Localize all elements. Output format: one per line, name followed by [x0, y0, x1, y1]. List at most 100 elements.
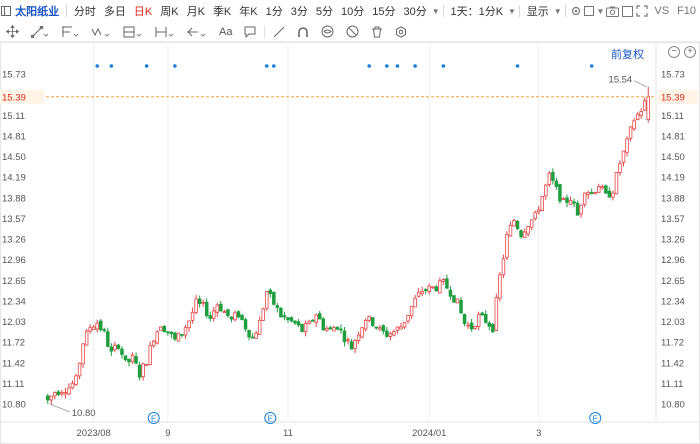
- crosshair-icon[interactable]: [0, 22, 25, 42]
- candle-body: [81, 343, 85, 365]
- chevron-down-icon[interactable]: ▼: [554, 7, 562, 16]
- event-dot: [264, 64, 269, 68]
- comment-tool-icon[interactable]: [238, 22, 262, 42]
- camera-icon[interactable]: [604, 6, 620, 17]
- candle-body: [600, 186, 605, 189]
- event-dot: [109, 64, 114, 68]
- period-tab[interactable]: 1分: [262, 3, 287, 19]
- candle-body: [84, 330, 89, 346]
- candle-body: [286, 317, 290, 321]
- candle-body: [67, 387, 71, 395]
- candle-body: [120, 348, 124, 355]
- period-tab[interactable]: 3分: [287, 3, 312, 19]
- fullscreen-icon[interactable]: [635, 5, 651, 17]
- period-tab[interactable]: 分时: [70, 3, 100, 19]
- candle-body: [395, 326, 400, 331]
- event-dot: [367, 64, 371, 68]
- line-tool-icon[interactable]: [25, 22, 55, 42]
- candle-body: [314, 314, 318, 323]
- period-tab[interactable]: 15分: [368, 3, 399, 19]
- period-tab[interactable]: 年K: [235, 3, 261, 19]
- trash-icon[interactable]: [365, 22, 389, 42]
- period-tab[interactable]: 周K: [156, 3, 182, 19]
- candle-body: [547, 172, 552, 185]
- min-price-label: 10.80: [72, 408, 96, 419]
- candle-body: [46, 395, 50, 401]
- period-tab[interactable]: 10分: [337, 3, 368, 19]
- checkbox-icon[interactable]: [583, 6, 596, 16]
- candle-body: [204, 301, 209, 317]
- candle-body: [282, 315, 287, 318]
- pen-tool-icon[interactable]: [267, 22, 291, 42]
- candle-body: [222, 311, 227, 314]
- candle-body: [533, 212, 537, 219]
- candle-body: [257, 319, 262, 335]
- candle-body: [219, 303, 223, 312]
- candle-body: [586, 192, 590, 195]
- arrow-tool-icon[interactable]: [181, 22, 213, 42]
- period-tab[interactable]: 5分: [312, 3, 337, 19]
- candle-body: [293, 320, 297, 324]
- candle-body: [367, 315, 371, 321]
- display-menu[interactable]: 显示: [523, 3, 553, 19]
- settings-icon[interactable]: [389, 22, 413, 42]
- divider: [66, 5, 67, 17]
- period-tab[interactable]: 月K: [183, 3, 209, 19]
- candle-body: [134, 356, 138, 364]
- candle-body: [505, 234, 509, 258]
- stock-name[interactable]: 太阳纸业: [11, 3, 63, 19]
- candle-body: [388, 333, 393, 337]
- channel-tool-icon[interactable]: [55, 22, 85, 42]
- candle-body: [349, 341, 354, 350]
- candle-body: [332, 327, 336, 332]
- fib-tool-icon[interactable]: [117, 22, 149, 42]
- candle-body: [229, 316, 234, 320]
- measure-tool-icon[interactable]: [149, 22, 181, 42]
- candlestick-chart[interactable]: 15.7315.7315.3915.4215.1115.1114.8114.81…: [0, 42, 700, 444]
- y-tick-label-right: 15.73: [661, 70, 685, 81]
- compare-button[interactable]: VS: [650, 5, 673, 17]
- candle-body: [236, 311, 241, 318]
- y-tick-label-left: 14.81: [2, 131, 26, 142]
- candle-body: [194, 298, 198, 313]
- candle-body: [512, 220, 516, 227]
- wave-tool-icon[interactable]: [85, 22, 117, 42]
- candle-body: [212, 310, 216, 319]
- range-select[interactable]: 1天：1分K: [446, 3, 507, 19]
- panel-toggle-icon[interactable]: [0, 6, 11, 16]
- y-tick-label-right: 13.26: [661, 235, 685, 246]
- period-tab[interactable]: 季K: [209, 3, 235, 19]
- period-tab[interactable]: 30分: [400, 3, 431, 19]
- text-tool-icon[interactable]: Aa: [213, 22, 238, 42]
- candle-body: [448, 289, 453, 297]
- candle-body: [155, 331, 160, 344]
- window-icon[interactable]: [620, 5, 634, 17]
- current-price-label-right: 15.39: [661, 92, 685, 103]
- f10-button[interactable]: F10: [673, 5, 700, 17]
- y-tick-label-right: 12.96: [661, 255, 685, 266]
- y-tick-label-right: 10.80: [661, 400, 685, 411]
- event-dot: [441, 64, 446, 68]
- gear-icon[interactable]: [568, 5, 582, 17]
- candle-body: [582, 192, 587, 205]
- magnet-icon[interactable]: [291, 22, 315, 42]
- hide-icon[interactable]: [340, 22, 365, 42]
- period-tab[interactable]: 日K: [130, 3, 156, 19]
- candle-body: [339, 328, 343, 331]
- candle-body: [508, 224, 513, 237]
- candle-body: [416, 291, 421, 297]
- candle-body: [70, 382, 75, 389]
- event-dot: [385, 64, 389, 68]
- candle-body: [197, 298, 202, 304]
- event-dot: [515, 64, 520, 68]
- candle-body: [88, 327, 92, 332]
- chevron-down-icon[interactable]: ▼: [432, 7, 440, 16]
- candle-body: [353, 340, 357, 349]
- candle-body: [498, 274, 502, 299]
- period-tab[interactable]: 多日: [100, 3, 130, 19]
- candle-body: [215, 304, 220, 313]
- eye-icon[interactable]: [315, 22, 340, 42]
- chevron-down-icon[interactable]: ▼: [596, 7, 604, 16]
- chevron-down-icon[interactable]: ▼: [508, 7, 516, 16]
- candle-body: [621, 150, 626, 163]
